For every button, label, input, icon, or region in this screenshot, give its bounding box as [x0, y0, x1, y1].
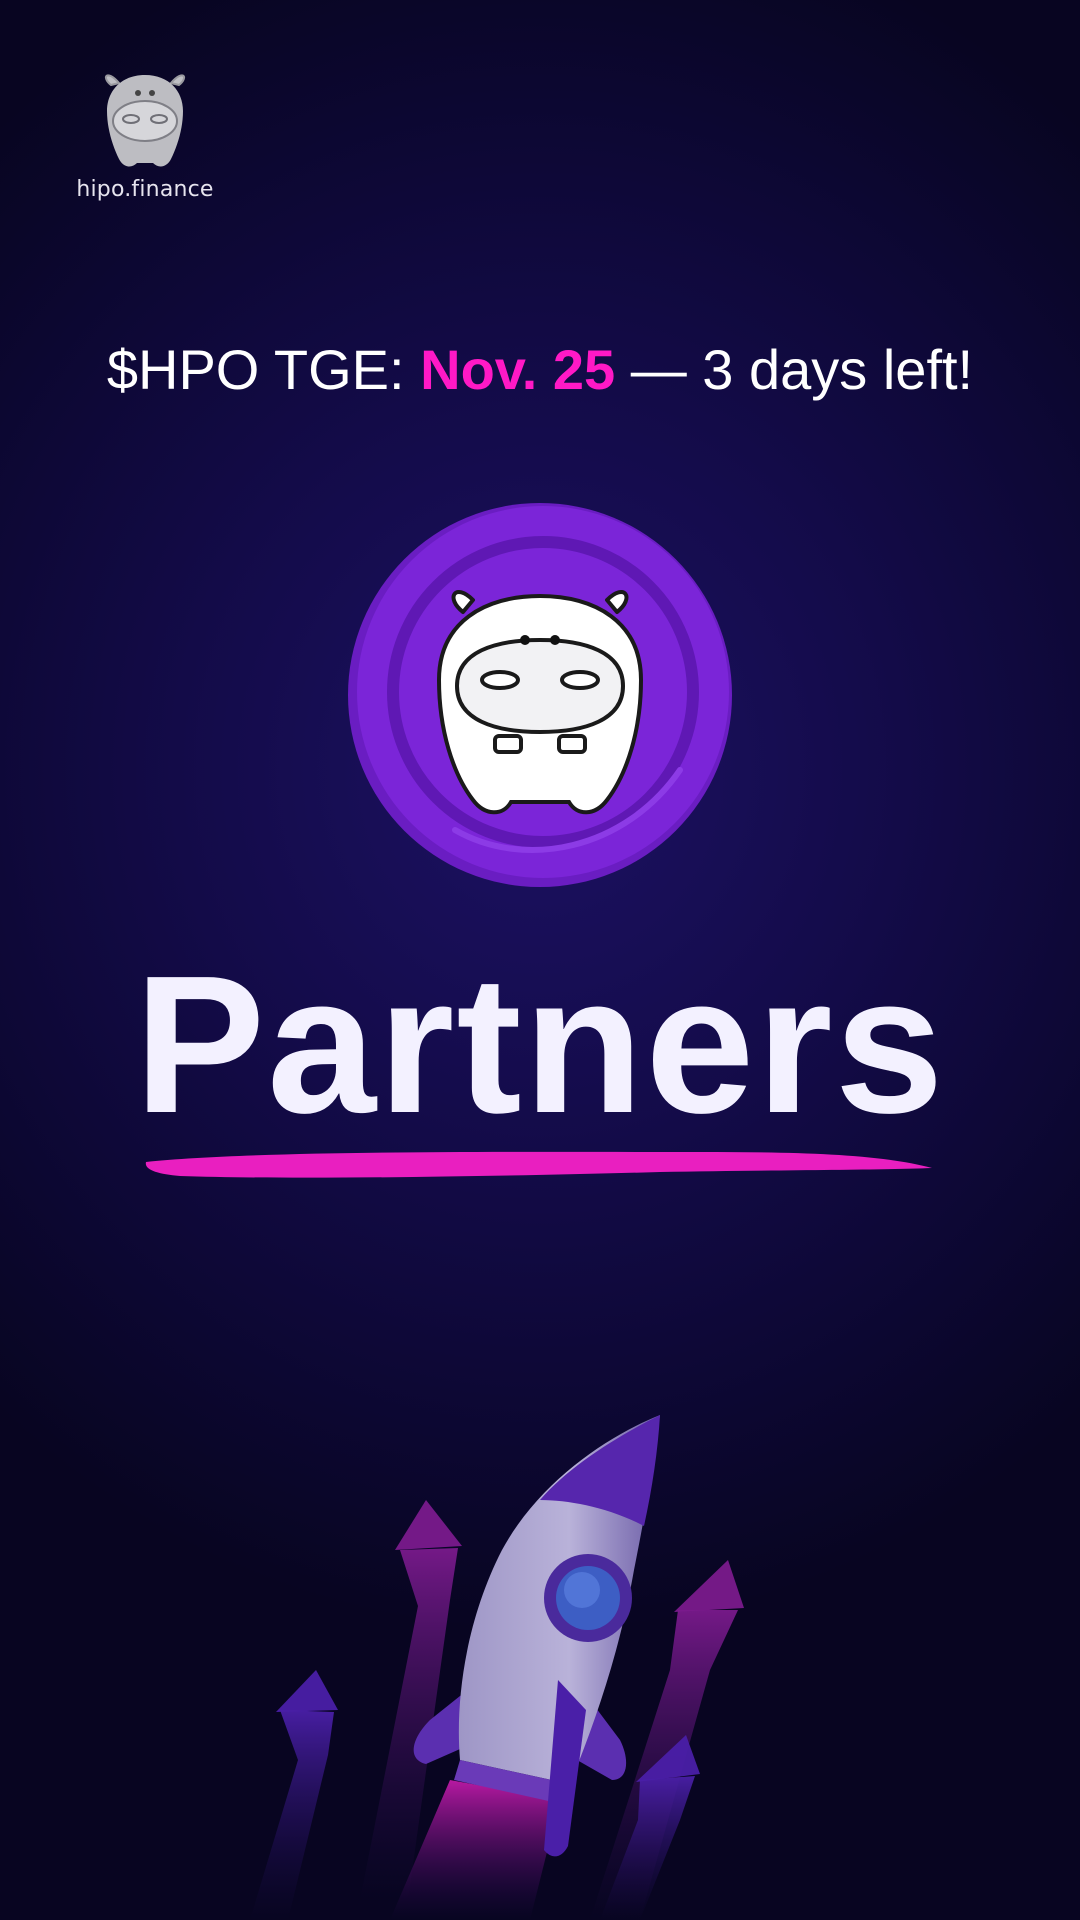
tge-date: Nov. 25 [420, 338, 616, 401]
brush-underline [145, 1151, 933, 1178]
hippo-head-logo-icon [104, 74, 186, 167]
brand-name: hipo.finance [76, 177, 214, 202]
tge-headline: $HPO TGE: Nov. 25 — 3 days left! [0, 335, 1080, 405]
page-title: Partners [134, 935, 946, 1154]
hippo-coin-icon [348, 503, 732, 887]
headline-suffix: — 3 days left! [615, 338, 974, 401]
rocket-illustration [250, 1415, 744, 1920]
brand: hipo.finance [55, 55, 235, 215]
headline-prefix: $HPO TGE: [106, 338, 421, 401]
